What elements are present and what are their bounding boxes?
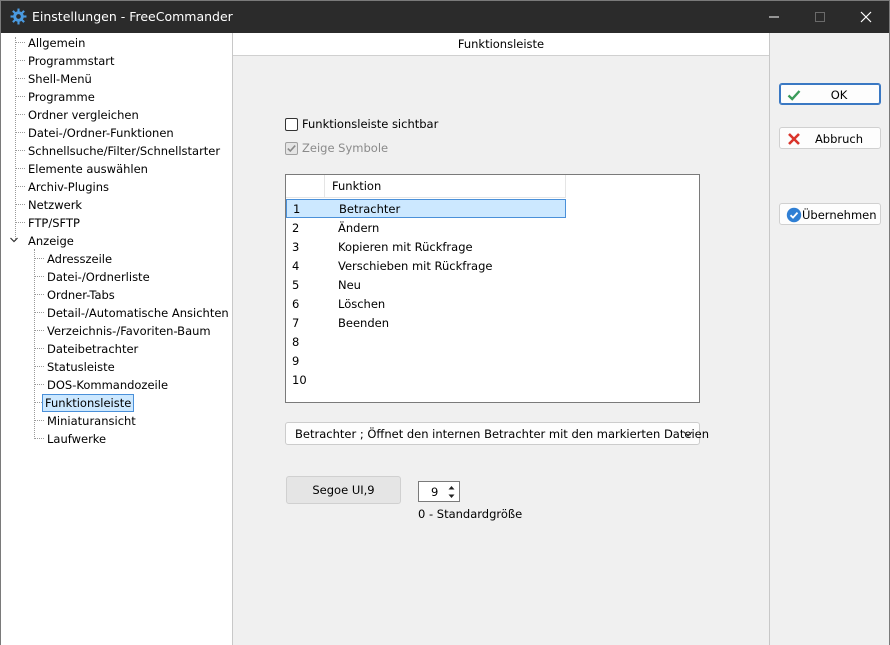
chevron-down-icon[interactable] bbox=[9, 235, 19, 245]
list-header: Funktion bbox=[286, 175, 566, 198]
list-item[interactable]: 3 Kopieren mit Rückfrage bbox=[286, 238, 566, 257]
list-item[interactable]: 2 Ändern bbox=[286, 219, 566, 238]
check-circle-icon bbox=[786, 207, 802, 223]
list-item[interactable]: 8 bbox=[286, 333, 566, 352]
spin-up-icon[interactable] bbox=[448, 485, 455, 490]
function-select-value: Betrachter ; Öffnet den internen Betrach… bbox=[295, 427, 709, 441]
cancel-button[interactable]: Abbruch bbox=[779, 127, 881, 149]
checkmark-icon bbox=[287, 145, 296, 153]
settings-window: Einstellungen - FreeCommander Allgemein … bbox=[0, 0, 890, 645]
font-button[interactable]: Segoe UI,9 bbox=[286, 476, 401, 504]
list-item[interactable]: 1 Betrachter bbox=[286, 199, 566, 218]
window-title: Einstellungen - FreeCommander bbox=[32, 9, 233, 24]
check-icon bbox=[787, 90, 801, 101]
function-list[interactable]: Funktion 1 Betrachter 2 Ändern 3 Kopieren m… bbox=[285, 174, 700, 403]
list-item[interactable]: 7 Beenden bbox=[286, 314, 566, 333]
toolbar-visible-label[interactable]: Funktionsleiste sichtbar bbox=[302, 117, 438, 131]
settings-panel: Funktionsleiste Funktionsleiste sichtbar… bbox=[233, 33, 769, 645]
list-item[interactable]: 10 bbox=[286, 371, 566, 390]
list-item[interactable]: 5 Neu bbox=[286, 276, 566, 295]
font-size-value: 9 bbox=[431, 485, 439, 499]
toolbar-visible-checkbox[interactable] bbox=[285, 118, 298, 131]
title-bar: Einstellungen - FreeCommander bbox=[1, 1, 889, 33]
close-button[interactable] bbox=[843, 1, 889, 33]
list-item[interactable]: 4 Verschieben mit Rückfrage bbox=[286, 257, 566, 276]
minimize-icon bbox=[769, 16, 779, 18]
show-symbols-label: Zeige Symbole bbox=[302, 141, 389, 155]
maximize-icon bbox=[815, 12, 825, 22]
function-select[interactable]: Betrachter ; Öffnet den internen Betrach… bbox=[285, 422, 709, 445]
tree-guide-line bbox=[15, 37, 16, 241]
maximize-button[interactable] bbox=[797, 1, 843, 33]
list-item[interactable]: 6 Löschen bbox=[286, 295, 566, 314]
minimize-button[interactable] bbox=[751, 1, 797, 33]
x-icon bbox=[788, 133, 800, 145]
gear-icon bbox=[10, 8, 27, 25]
font-size-hint: 0 - Standardgröße bbox=[418, 507, 523, 521]
show-symbols-checkbox bbox=[285, 142, 298, 155]
panel-title: Funktionsleiste bbox=[233, 33, 769, 56]
font-size-stepper[interactable]: 9 bbox=[418, 481, 460, 502]
settings-tree[interactable]: Allgemein Programmstart Shell-Menü Progr… bbox=[1, 33, 233, 645]
apply-button[interactable]: Übernehmen bbox=[779, 203, 881, 225]
ok-button[interactable]: OK bbox=[779, 83, 881, 105]
column-header-funktion[interactable]: Funktion bbox=[332, 179, 381, 193]
close-icon bbox=[860, 11, 872, 23]
list-item[interactable]: 9 bbox=[286, 352, 566, 371]
chevron-down-icon bbox=[683, 431, 693, 437]
tree-guide-line bbox=[34, 249, 35, 439]
spin-down-icon[interactable] bbox=[448, 494, 455, 499]
button-column: OK Abbruch Übernehmen bbox=[769, 33, 889, 645]
